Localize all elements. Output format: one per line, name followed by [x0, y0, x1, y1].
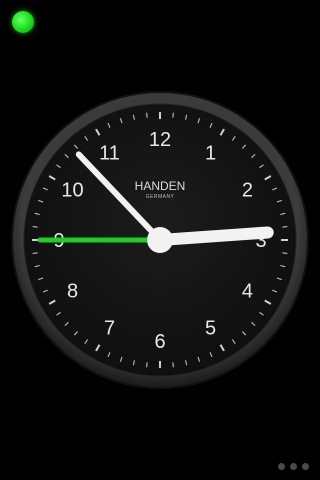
page-dot[interactable] — [290, 463, 297, 470]
numeral-11: 11 — [99, 143, 120, 165]
analog-clock: 121234567891011 HANDEN GERMANY — [11, 91, 309, 389]
minute-tick — [172, 362, 174, 368]
page-dot[interactable] — [302, 463, 309, 470]
minute-tick — [32, 226, 38, 228]
numeral-1: 1 — [205, 143, 216, 165]
numeral-7: 7 — [104, 317, 115, 339]
minute-tick — [282, 226, 288, 228]
numeral-2: 2 — [242, 180, 253, 202]
hour-hand — [154, 226, 274, 246]
brand-label: HANDEN — [135, 179, 186, 193]
numeral-4: 4 — [242, 281, 253, 303]
page-indicator[interactable] — [278, 463, 309, 470]
numeral-10: 10 — [61, 180, 83, 202]
minute-tick — [32, 252, 38, 254]
minute-tick — [172, 112, 174, 118]
page-dot[interactable] — [278, 463, 285, 470]
country-label: GERMANY — [146, 194, 175, 200]
numeral-12: 12 — [149, 129, 171, 151]
minute-tick — [146, 362, 148, 368]
minute-tick — [146, 112, 148, 118]
center-hub — [147, 227, 173, 253]
numeral-8: 8 — [67, 281, 78, 303]
minute-tick — [282, 252, 288, 254]
numeral-6: 6 — [154, 331, 165, 353]
numeral-5: 5 — [205, 317, 216, 339]
